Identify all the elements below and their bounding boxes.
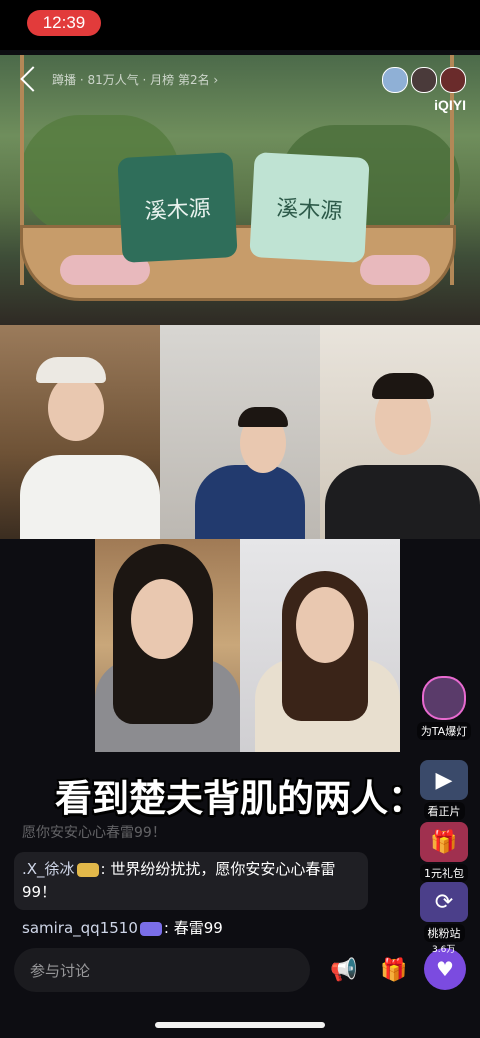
video-tile-5[interactable] xyxy=(240,539,400,752)
chat-message: samira_qq1510 : 春雷99 xyxy=(22,917,223,938)
subtitle-caption: 看到楚夫背肌的两人： xyxy=(55,777,425,820)
side-action-watch[interactable]: ▶ 看正片 xyxy=(418,760,470,820)
side-action-label: 为TA爆灯 xyxy=(416,722,472,740)
back-chevron-icon[interactable] xyxy=(20,66,46,92)
avatar[interactable] xyxy=(411,67,437,93)
side-action-fan-station[interactable]: ⟳ 桃粉站 xyxy=(418,882,470,942)
refresh-icon: ⟳ xyxy=(420,882,468,922)
person-head xyxy=(296,587,354,663)
heart-icon: ♥ xyxy=(436,957,454,981)
stream-info: 蹲播 · 81万人气 · 月榜 第2名 › xyxy=(52,72,219,87)
comment-input[interactable]: 参与讨论 xyxy=(14,948,310,992)
chat-text: : 春雷99 xyxy=(163,919,223,937)
side-action-gift-pack[interactable]: 🎁 1元礼包 xyxy=(418,822,470,882)
side-action-label: 1元礼包 xyxy=(420,864,468,882)
person-hair xyxy=(238,407,288,427)
video-tile-1[interactable] xyxy=(0,325,160,539)
video-tile-2[interactable] xyxy=(160,325,320,539)
megaphone-icon[interactable]: 📢 xyxy=(328,954,360,986)
video-header: 蹲播 · 81万人气 · 月榜 第2名 › xyxy=(18,66,219,92)
side-action-label: 桃粉站 xyxy=(423,924,465,942)
status-bar: 12:39 xyxy=(0,0,480,50)
chat-faded-line: 愿你安安心心春雷99！ xyxy=(22,825,166,841)
comment-placeholder: 参与讨论 xyxy=(30,962,91,980)
video-tile-3[interactable] xyxy=(320,325,480,539)
chat-message: .X_徐冰: 世界纷纷扰扰，愿你安安心心春雷99！ xyxy=(14,852,368,910)
home-indicator[interactable] xyxy=(155,1022,325,1028)
bottom-bar: 参与讨论 📢 🎁 ♥ 3.6万 xyxy=(0,945,480,992)
iqiyi-logo: iQIYI xyxy=(434,97,466,113)
status-time: 12:39 xyxy=(27,10,101,36)
viewer-avatars[interactable] xyxy=(382,67,466,93)
person-body xyxy=(325,465,480,539)
side-action-boost[interactable]: 为TA爆灯 xyxy=(416,676,472,740)
cap-icon xyxy=(36,357,106,383)
video-tile-4[interactable] xyxy=(95,539,240,752)
cushion-right: 溪木源 xyxy=(249,152,370,263)
person-head xyxy=(48,375,104,441)
avatar[interactable] xyxy=(440,67,466,93)
like-count: 3.6万 xyxy=(432,945,456,955)
person-head xyxy=(131,579,193,659)
video-icon: ▶ xyxy=(420,760,468,800)
pillow xyxy=(360,255,430,285)
side-action-label: 看正片 xyxy=(423,802,465,820)
avatar[interactable] xyxy=(382,67,408,93)
top-video-stream[interactable]: 溪木源 溪木源 蹲播 · 81万人气 · 月榜 第2名 › iQIYI xyxy=(0,55,480,325)
vip-badge-icon xyxy=(139,921,162,936)
chat-username[interactable]: .X_徐冰 xyxy=(22,860,75,878)
person-hair xyxy=(372,373,434,399)
chat-username[interactable]: samira_qq1510 xyxy=(22,919,138,937)
gift-box-icon: 🎁 xyxy=(420,822,468,862)
avatar-icon xyxy=(422,676,466,720)
person-body xyxy=(195,465,305,539)
fan-badge-icon xyxy=(76,862,99,877)
person-body xyxy=(20,455,160,539)
gift-icon[interactable]: 🎁 xyxy=(378,954,410,986)
cushion-left: 溪木源 xyxy=(117,152,238,263)
